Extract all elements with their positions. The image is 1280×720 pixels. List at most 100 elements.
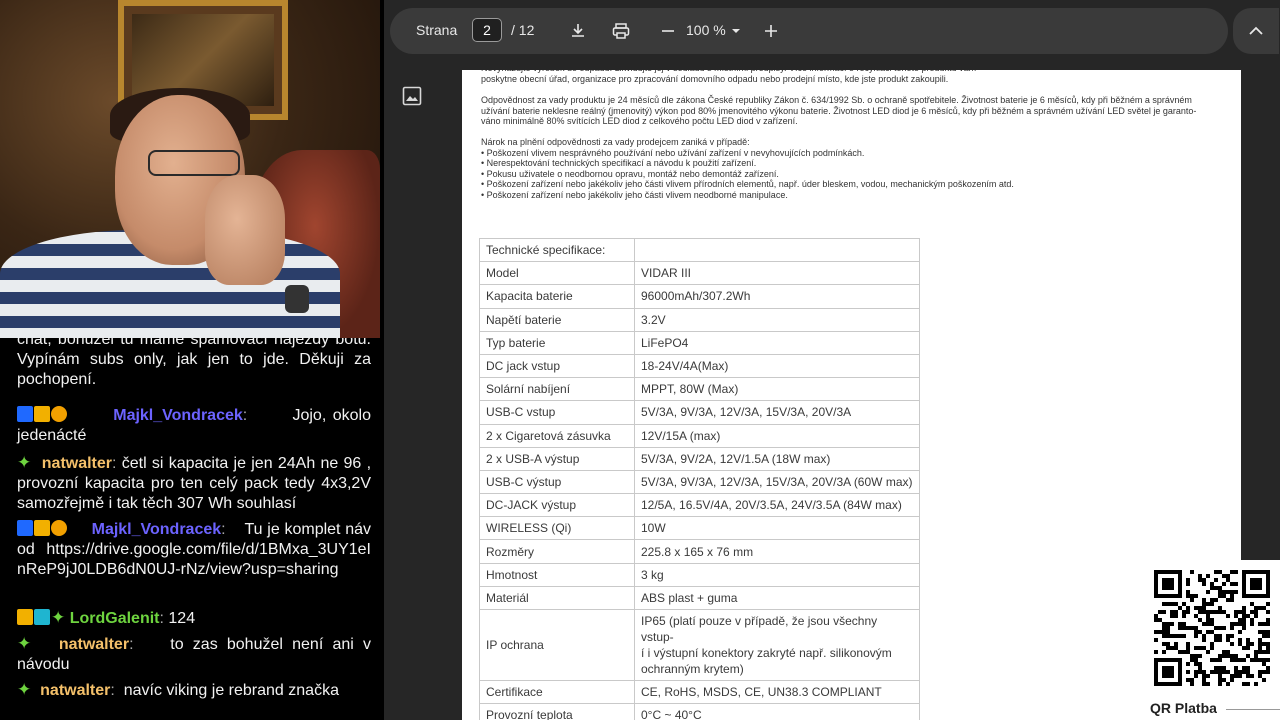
- print-icon[interactable]: [610, 20, 632, 42]
- spec-row: Rozměry 225.8 x 165 x 76 mm: [479, 539, 920, 564]
- text-line: váno minimálně 80% svítících LED diod z …: [481, 116, 798, 126]
- chat-message-text: chat, bohužel tu máme spamovací nájezdy …: [17, 338, 371, 388]
- chat-message: ✦ LordGalenit: 124: [17, 608, 371, 629]
- zoom-level[interactable]: 100 %: [686, 22, 726, 38]
- spec-value-cell: 0°C ~ 40°C: [634, 703, 920, 720]
- text-line: poskytne obecní úřad, organizace pro zpr…: [481, 73, 949, 84]
- thumbnail-image-icon[interactable]: [402, 86, 424, 108]
- spec-value-cell: LiFePO4: [634, 330, 920, 355]
- spec-value-cell: 5V/3A, 9V/3A, 12V/3A, 15V/3A, 20V/3A (60…: [634, 469, 920, 495]
- prime-badge-icon: [17, 520, 33, 536]
- spec-row: Model VIDAR III: [479, 261, 920, 286]
- spec-name-cell: DC jack vstup: [479, 353, 635, 379]
- spec-value-cell: 12V/15A (max): [634, 423, 920, 448]
- chat-message: ✦ natwalter: četl si kapacita je jen 24A…: [17, 453, 372, 512]
- page-total: / 12: [511, 22, 535, 38]
- spec-row: Typ baterie LiFePO4: [479, 330, 920, 355]
- spec-name-cell: Kapacita baterie: [479, 284, 635, 309]
- prime-badge-icon: [17, 406, 33, 422]
- chat-username[interactable]: natwalter: [40, 682, 110, 699]
- warranty-claims-list: Nárok na plnění odpovědnosti za vady pro…: [481, 137, 1226, 200]
- bits-badge-icon: [51, 520, 67, 536]
- spec-value-cell: 3.2V: [634, 307, 920, 332]
- chat-message-text: 124: [168, 610, 196, 627]
- spec-row: Technické specifikace:: [479, 237, 920, 263]
- spec-name-cell: Typ baterie: [479, 330, 635, 355]
- spec-value-cell: 12/5A, 16.5V/4A, 20V/3.5A, 24V/3.5A (84W…: [634, 493, 920, 518]
- star-badge-icon: ✦: [17, 634, 32, 653]
- collapse-toolbar-button[interactable]: [1233, 8, 1279, 54]
- star-badge-icon: ✦: [17, 680, 32, 699]
- zoom-in-icon[interactable]: [760, 20, 782, 42]
- chat-username[interactable]: Majkl_Vondracek: [92, 521, 222, 538]
- subscriber-crown-icon: [17, 609, 33, 625]
- spec-name-cell: Certifikace: [479, 679, 635, 705]
- spec-row: USB-C vstup 5V/3A, 9V/3A, 12V/3A, 15V/3A,…: [479, 400, 920, 425]
- spec-value-cell: [634, 237, 920, 263]
- spec-row: IP ochrana IP65 (platí pouze v případě, ž…: [479, 609, 920, 681]
- chat-username[interactable]: LordGalenit: [70, 610, 160, 627]
- chat-username[interactable]: natwalter: [59, 636, 129, 653]
- subscriber-crown-icon: [34, 520, 50, 536]
- text-line: • Poškození zařízení nebo jakékoliv jeho…: [481, 189, 788, 200]
- spec-value-cell: 225.8 x 165 x 76 mm: [634, 539, 920, 564]
- chat-username[interactable]: natwalter: [42, 455, 112, 472]
- streamer-watch: [285, 285, 309, 313]
- spec-name-cell: DC-JACK výstup: [479, 493, 635, 518]
- spec-row: Materiál ABS plast + guma: [479, 585, 920, 611]
- zoom-dropdown-icon[interactable]: [730, 20, 742, 42]
- spec-row: 2 x Cigaretová zásuvka 12V/15A (max): [479, 423, 920, 448]
- chat-message: chat, bohužel tu máme spamovací nájezdy …: [17, 338, 371, 390]
- spec-row: Certifikace CE, RoHS, MSDS, CE, UN38.3 CO…: [479, 679, 920, 705]
- spec-table: Technické specifikace: Model VIDAR III Kapa…: [479, 237, 920, 720]
- spec-value-cell: MPPT, 80W (Max): [634, 377, 920, 402]
- webcam-feed: [0, 0, 380, 338]
- spec-name-cell: Rozměry: [479, 539, 635, 564]
- spec-value-cell: 18-24V/4A(Max): [634, 353, 920, 379]
- spec-name-cell: USB-C výstup: [479, 469, 635, 495]
- chat-message: ✦ natwalter: navíc viking je rebrand zna…: [17, 680, 339, 699]
- zoom-out-icon[interactable]: [657, 20, 679, 42]
- divider: [1226, 709, 1280, 710]
- spec-value-cell: IP65 (platí pouze v případě, že jsou vše…: [634, 609, 920, 681]
- download-icon[interactable]: [567, 20, 589, 42]
- qr-payment-panel: QR Platba: [1146, 560, 1280, 720]
- chat-username[interactable]: Majkl_Vondracek: [113, 407, 243, 424]
- text-line: • Poškození vlivem nesprávného používání…: [481, 147, 865, 158]
- spec-value-cell: ABS plast + guma: [634, 585, 920, 611]
- spec-name-cell: Napětí baterie: [479, 307, 635, 332]
- gift-badge-icon: [34, 609, 50, 625]
- recycling-paragraph: Nevyhazujte výrobek do odpadu. Likvidujt…: [481, 70, 1226, 84]
- qr-code-icon: [1154, 570, 1270, 686]
- subscriber-crown-icon: [34, 406, 50, 422]
- spec-row: USB-C výstup 5V/3A, 9V/3A, 12V/3A, 15V/3A…: [479, 469, 920, 495]
- spec-name-cell: 2 x USB-A výstup: [479, 446, 635, 471]
- spec-row: DC-JACK výstup 12/5A, 16.5V/4A, 20V/3.5A,…: [479, 493, 920, 518]
- spec-name-cell: Technické specifikace:: [479, 237, 635, 263]
- streamer-glasses: [148, 150, 240, 176]
- spec-value-cell: 5V/3A, 9V/3A, 12V/3A, 15V/3A, 20V/3A: [634, 400, 920, 425]
- spec-value-cell: 5V/3A, 9V/2A, 12V/1.5A (18W max): [634, 446, 920, 471]
- qr-label: QR Platba: [1150, 700, 1217, 716]
- spec-value-cell: 10W: [634, 516, 920, 541]
- page-label: Strana: [416, 22, 458, 38]
- text-line: Odpovědnost za vady produktu je 24 měsíc…: [481, 95, 1192, 105]
- page-number-input[interactable]: [472, 18, 502, 42]
- spec-row: Provozní teplota 0°C ~ 40°C: [479, 703, 920, 720]
- star-badge-icon: ✦: [51, 608, 66, 627]
- streamer-hand: [205, 175, 285, 285]
- chat-message: Majkl_Vondracek: Jojo, okolo jedenácté: [17, 406, 371, 444]
- spec-name-cell: Provozní teplota: [479, 703, 635, 720]
- text-line: • Pokusu uživatele o neodbornou opravu, …: [481, 168, 779, 179]
- spec-row: DC jack vstup 18-24V/4A(Max): [479, 353, 920, 379]
- spec-row: Hmotnost 3 kg: [479, 562, 920, 587]
- chat-panel: chat, bohužel tu máme spamovací nájezdy …: [0, 338, 384, 720]
- pdf-toolbar: Strana / 12 100 %: [390, 8, 1228, 54]
- spec-name-cell: Materiál: [479, 585, 635, 611]
- text-line: • Poškození zařízení nebo jakékoliv jeho…: [481, 179, 1014, 189]
- spec-name-cell: Hmotnost: [479, 562, 635, 587]
- chat-message: ✦ natwalter: to zas bohužel není ani v n…: [17, 634, 371, 673]
- text-line: užívání baterie neklesne reálný (jmenovi…: [481, 105, 1197, 116]
- spec-name-cell: Solární nabíjení: [479, 377, 635, 402]
- text-line: Nárok na plnění odpovědnosti za vady pro…: [481, 137, 750, 147]
